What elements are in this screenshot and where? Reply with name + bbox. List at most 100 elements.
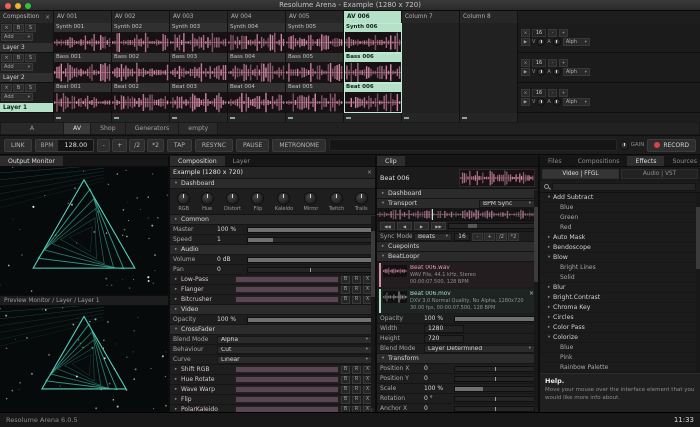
mirror-knob[interactable] <box>304 192 317 205</box>
position-x-slider[interactable] <box>454 366 535 372</box>
close-icon[interactable]: × <box>45 14 50 21</box>
beats-double-button[interactable]: *2 <box>508 233 519 241</box>
param-value[interactable]: 100 % <box>424 385 452 392</box>
effect-preset-pink[interactable]: Pink <box>540 353 700 363</box>
section-video[interactable]: ▸Video <box>170 305 375 315</box>
rotation-slider[interactable] <box>454 396 535 402</box>
effect-item-auto-mask[interactable]: ▸Auto Mask <box>540 233 700 243</box>
empty-clip-slot[interactable] <box>460 23 518 53</box>
flip-mix-slider[interactable] <box>235 396 339 403</box>
clip-beat-002[interactable]: Beat 002 <box>112 83 170 113</box>
clip-synth-001[interactable]: Synth 001 <box>54 23 112 53</box>
curve-dropdown[interactable]: Linear▾ <box>217 356 372 364</box>
layer-blend-dropdown[interactable]: Add▾ <box>1 63 33 71</box>
play-forward-button[interactable]: ▶ <box>414 222 429 230</box>
deck-tab-a[interactable]: A <box>1 123 63 134</box>
scrollbar-thumb[interactable] <box>371 231 375 296</box>
column-header-av-006[interactable]: AV 006 <box>344 11 402 23</box>
effect-button-b[interactable]: B <box>341 376 350 384</box>
tab-composition[interactable]: Composition <box>170 156 225 166</box>
clip-audio-file-card[interactable]: Beat 006.wav WAV File, 44.1 kHz, Stereo … <box>379 263 536 287</box>
opacity-slider[interactable] <box>454 316 535 322</box>
bpm-sync-dropdown[interactable]: BPM Sync ▾ <box>479 200 535 208</box>
layer-clear-button[interactable]: × <box>1 54 12 62</box>
preview-monitor-caption[interactable]: Preview Monitor / Layer / Layer 1 <box>0 296 168 306</box>
audio-volume-knob[interactable] <box>553 38 561 46</box>
param-value[interactable]: 0 dB <box>217 256 245 263</box>
wave-warp-mix-slider[interactable] <box>235 386 339 393</box>
column-header-av-005[interactable]: AV 005 <box>286 11 344 23</box>
record-button[interactable]: RECORD <box>647 139 696 152</box>
clip-beat-004[interactable]: Beat 004 <box>228 83 286 113</box>
resync-button[interactable]: RESYNC <box>195 139 233 152</box>
clip-bass-001[interactable]: Bass 001 <box>54 53 112 83</box>
clip-bass-002[interactable]: Bass 002 <box>112 53 170 83</box>
crossfader-cell-av-006[interactable] <box>344 113 402 122</box>
audio-volume-knob[interactable] <box>553 98 561 106</box>
position-y-slider[interactable] <box>454 376 535 382</box>
effect-item-blow[interactable]: ▾Blow <box>540 253 700 263</box>
beat-length-field[interactable]: 16 <box>532 89 546 97</box>
clip-bass-005[interactable]: Bass 005 <box>286 53 344 83</box>
speed-slider[interactable] <box>247 237 372 243</box>
flip-knob[interactable] <box>251 192 264 205</box>
effect-item-circles[interactable]: ▸Circles <box>540 313 700 323</box>
layer-solo-button[interactable]: S <box>25 84 36 92</box>
crossfader-cell-column-7[interactable] <box>402 113 460 122</box>
param-value[interactable]: 100 % <box>217 316 245 323</box>
crossfader-cell-av-004[interactable] <box>228 113 286 122</box>
empty-clip-slot[interactable] <box>402 83 460 113</box>
rgb-knob[interactable] <box>177 192 190 205</box>
param-value[interactable]: 100 % <box>424 315 452 322</box>
decrease-button[interactable]: - <box>548 29 557 37</box>
param-value[interactable]: 100 % <box>217 226 245 233</box>
tab-compositions[interactable]: Compositions <box>570 156 628 166</box>
deck-tab-shop[interactable]: Shop <box>91 123 125 134</box>
section-audio[interactable]: ▸Audio <box>170 245 375 255</box>
gain-knob[interactable] <box>620 141 629 150</box>
composition-menu[interactable]: Composition × <box>0 11 54 23</box>
empty-clip-slot[interactable] <box>402 23 460 53</box>
play-button[interactable]: ▶ <box>521 38 530 46</box>
clip-synth-006[interactable]: Synth 006 <box>344 23 402 53</box>
blend-mode-dropdown[interactable]: Alpha▾ <box>217 336 372 344</box>
effect-item-bendoscope[interactable]: ▸Bendoscope <box>540 243 700 253</box>
section-beatloopr[interactable]: ▾ BeatLoopr <box>377 252 538 262</box>
increase-button[interactable]: + <box>559 89 568 97</box>
layer-name[interactable]: Layer 3 <box>0 43 53 52</box>
minimize-window-button[interactable] <box>15 3 21 9</box>
volume-slider[interactable] <box>247 257 372 263</box>
tab-clip[interactable]: Clip <box>377 156 405 166</box>
slider-thumb[interactable] <box>468 224 477 228</box>
effect-button-r[interactable]: R <box>352 366 361 374</box>
height-field[interactable]: 720 <box>424 335 464 343</box>
clip-bass-003[interactable]: Bass 003 <box>170 53 228 83</box>
section-dashboard[interactable]: ▾ Dashboard <box>170 179 375 189</box>
effect-button-b[interactable]: B <box>341 276 350 284</box>
effect-preset-red[interactable]: Red <box>540 223 700 233</box>
layer-clear-button[interactable]: × <box>1 84 12 92</box>
clip-beat-006[interactable]: Beat 006 <box>344 83 402 113</box>
clip-beat-003[interactable]: Beat 003 <box>170 83 228 113</box>
effect-button-r[interactable]: R <box>352 386 361 394</box>
decrease-button[interactable]: - <box>548 59 557 67</box>
close-icon[interactable]: × <box>367 169 372 176</box>
clip-bass-004[interactable]: Bass 004 <box>228 53 286 83</box>
scrollbar-thumb[interactable] <box>696 207 700 268</box>
layer-clear-button[interactable]: × <box>1 24 12 32</box>
scrollbar[interactable] <box>371 216 375 408</box>
pause-button[interactable]: PAUSE <box>236 139 269 152</box>
clip-timeline[interactable] <box>377 209 538 221</box>
layer-solo-button[interactable]: S <box>25 54 36 62</box>
scrollbar-thumb[interactable] <box>534 207 538 281</box>
beat-count-field[interactable]: 16 <box>454 233 470 241</box>
effect-preset-green[interactable]: Green <box>540 213 700 223</box>
increase-button[interactable]: + <box>559 29 568 37</box>
clip-synth-002[interactable]: Synth 002 <box>112 23 170 53</box>
layer-bypass-button[interactable]: B <box>13 84 24 92</box>
effect-item-colorize[interactable]: ▾Colorize <box>540 333 700 343</box>
video-opacity-knob[interactable] <box>537 68 545 76</box>
flanger-mix-slider[interactable] <box>235 286 339 293</box>
width-field[interactable]: 1280 <box>424 325 464 333</box>
effect-item-blur[interactable]: ▸Blur <box>540 283 700 293</box>
